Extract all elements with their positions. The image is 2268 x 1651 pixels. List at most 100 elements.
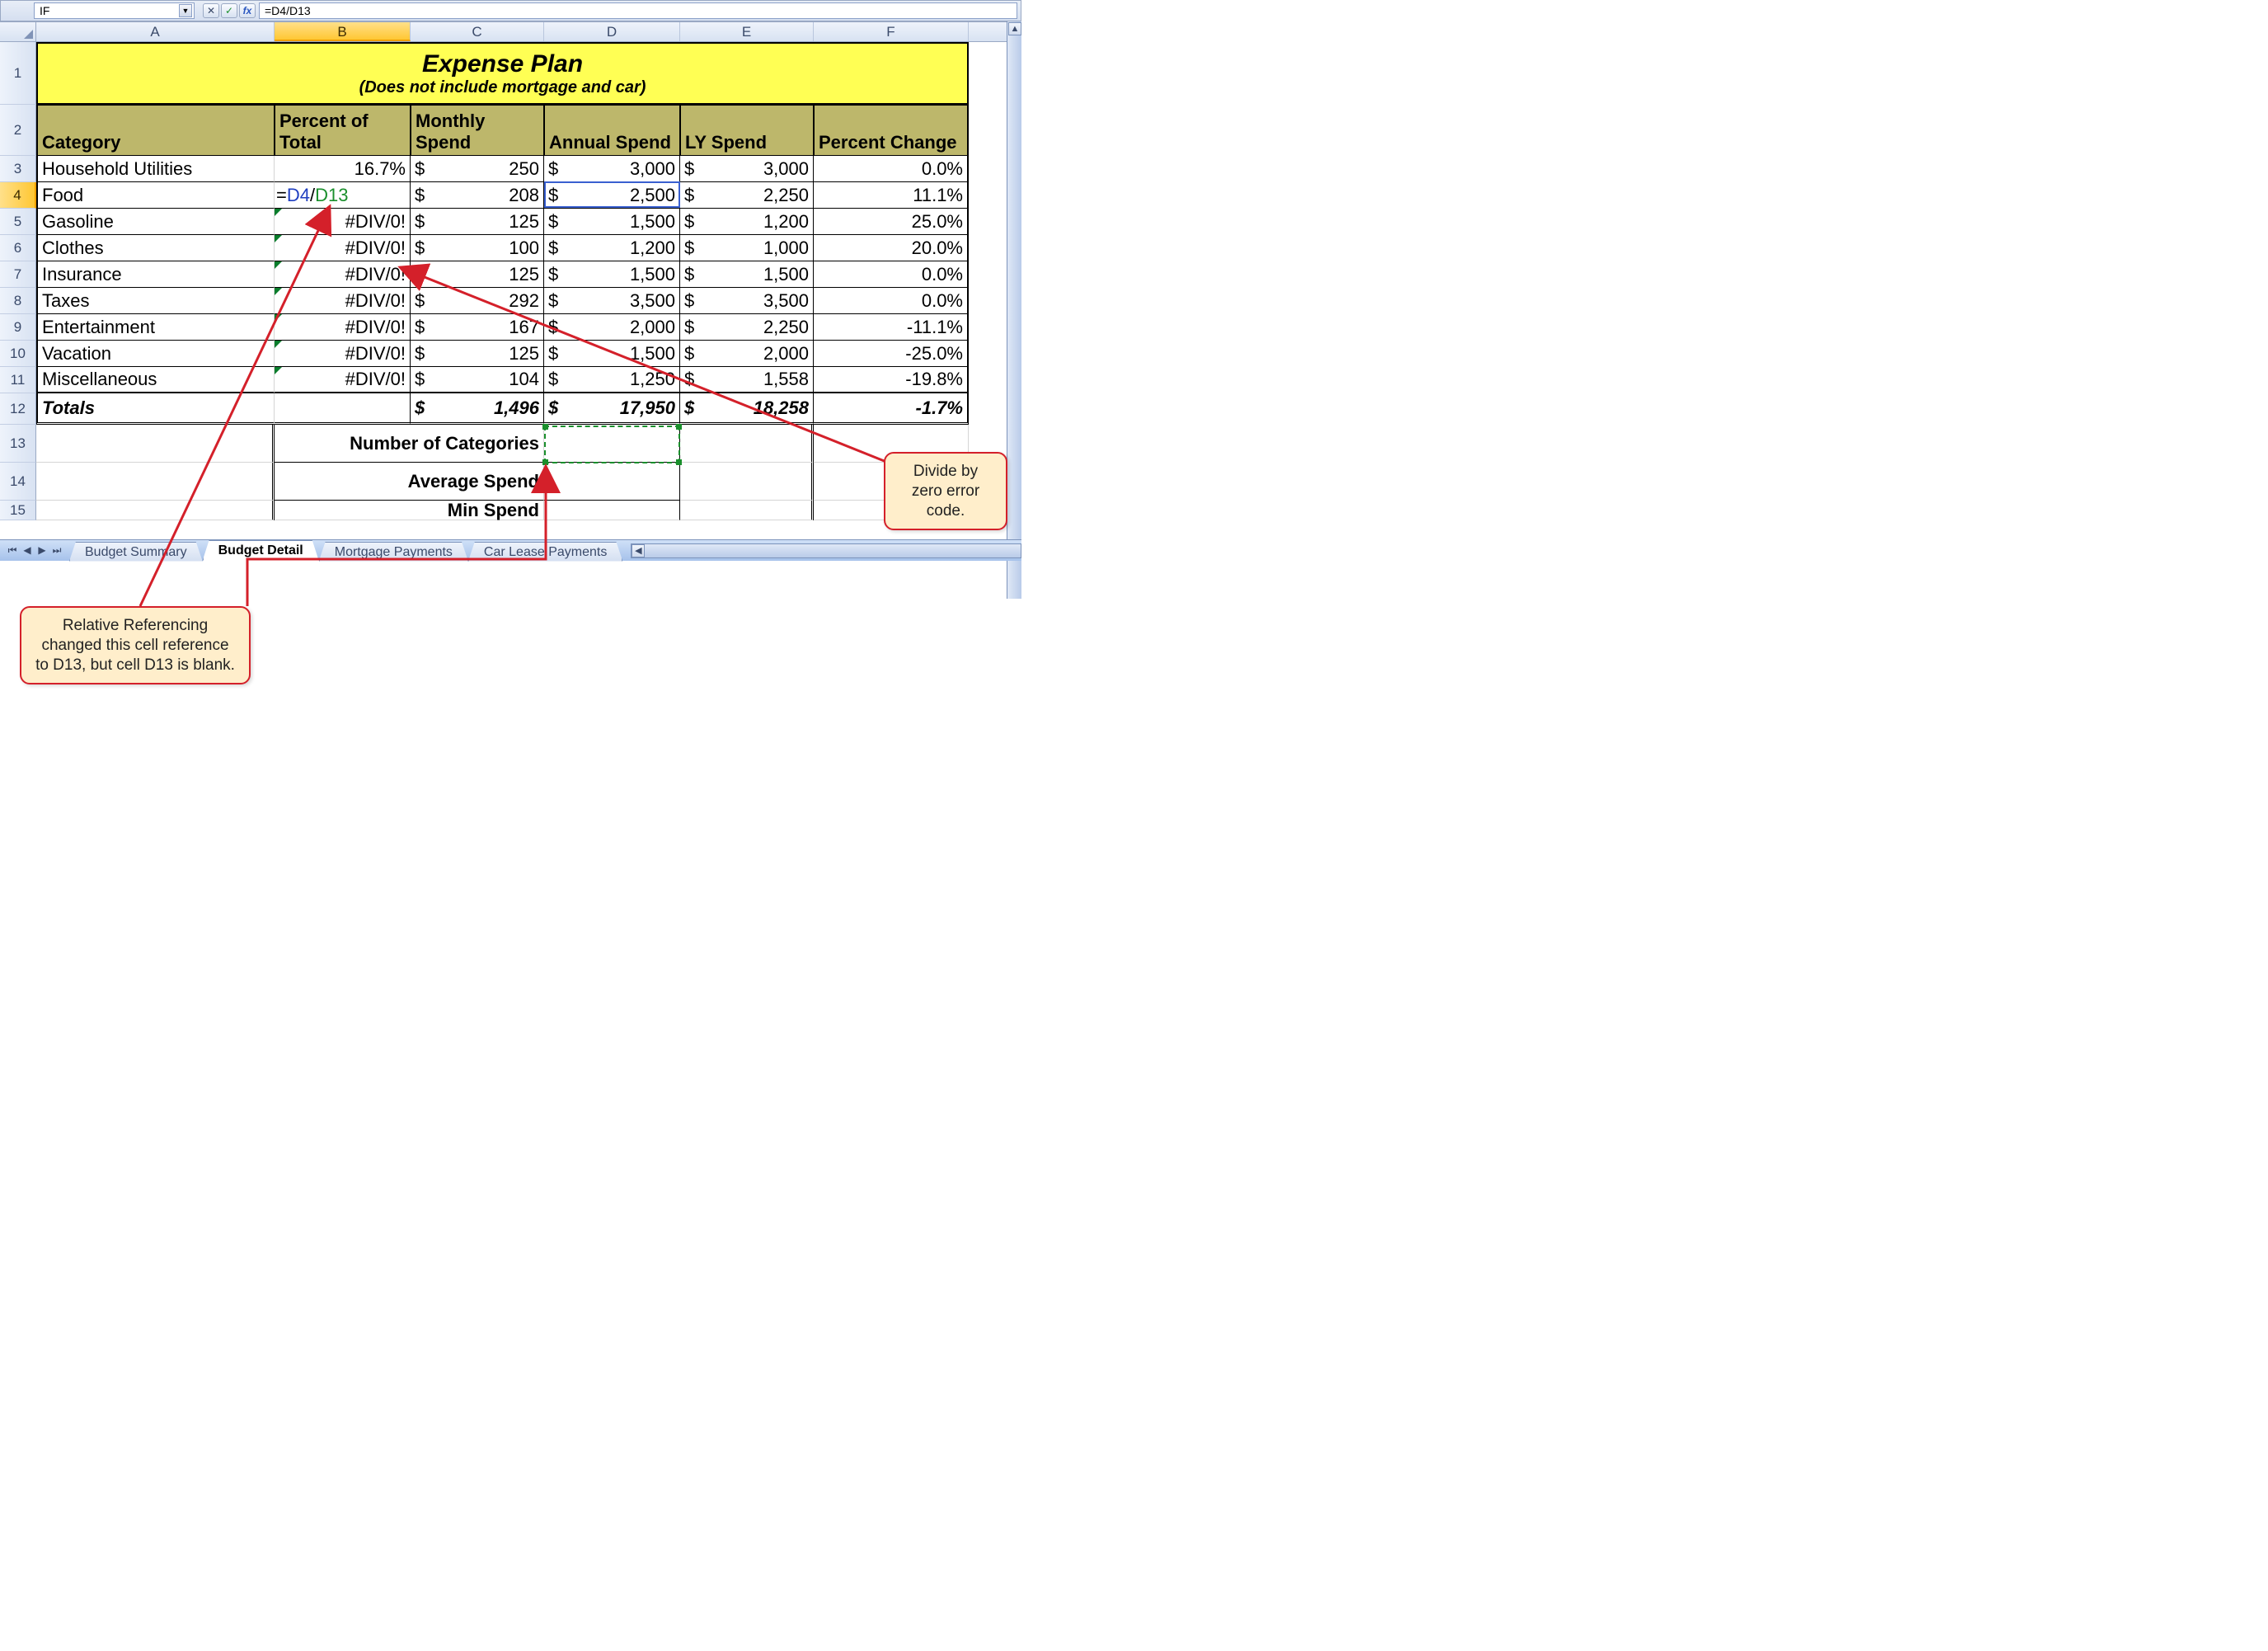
tab-mortgage-payments[interactable]: Mortgage Payments — [319, 542, 468, 562]
row-header-10[interactable]: 10 — [0, 341, 36, 367]
cell-D7[interactable]: $1,500 — [544, 261, 680, 288]
row-header-14[interactable]: 14 — [0, 463, 36, 501]
cell-A4[interactable]: Food — [36, 182, 275, 209]
cell-F9[interactable]: -11.1% — [814, 314, 969, 341]
row-header-4[interactable]: 4 — [0, 182, 36, 209]
cell-E10[interactable]: $2,000 — [680, 341, 814, 367]
cell-B9[interactable]: #DIV/0! — [275, 314, 411, 341]
cell-E9[interactable]: $2,250 — [680, 314, 814, 341]
row-header-6[interactable]: 6 — [0, 235, 36, 261]
cell-F10[interactable]: -25.0% — [814, 341, 969, 367]
cell-A9[interactable]: Entertainment — [36, 314, 275, 341]
enter-formula-button[interactable]: ✓ — [221, 3, 237, 18]
title-cell[interactable]: Expense Plan (Does not include mortgage … — [36, 42, 969, 105]
cell-B3[interactable]: 16.7% — [275, 156, 411, 182]
cell-F5[interactable]: 25.0% — [814, 209, 969, 235]
cell-C10[interactable]: $125 — [411, 341, 544, 367]
cell-C4[interactable]: $208 — [411, 182, 544, 209]
scroll-left-icon[interactable]: ◀ — [632, 544, 645, 557]
cell-B10[interactable]: #DIV/0! — [275, 341, 411, 367]
horizontal-scrollbar[interactable]: ◀ — [631, 543, 1021, 558]
cell-E11[interactable]: $1,558 — [680, 367, 814, 393]
hdr-ly[interactable]: LY Spend — [680, 105, 814, 156]
cell-A6[interactable]: Clothes — [36, 235, 275, 261]
hdr-change[interactable]: Percent Change — [814, 105, 969, 156]
cell-B4-editing[interactable]: =D4/D13 — [275, 182, 411, 209]
row-header-8[interactable]: 8 — [0, 288, 36, 314]
scroll-up-icon[interactable]: ▲ — [1008, 22, 1021, 35]
cell-E7[interactable]: $1,500 — [680, 261, 814, 288]
cell-BC13-merged[interactable]: Number of Categories — [275, 425, 544, 463]
cell-F8[interactable]: 0.0% — [814, 288, 969, 314]
cell-D5[interactable]: $1,500 — [544, 209, 680, 235]
cell-BC15-merged[interactable]: Min Spend — [275, 501, 544, 520]
row-header-7[interactable]: 7 — [0, 261, 36, 288]
cell-B5[interactable]: #DIV/0! — [275, 209, 411, 235]
cell-F6[interactable]: 20.0% — [814, 235, 969, 261]
row-header-1[interactable]: 1 — [0, 42, 36, 105]
hdr-category[interactable]: Category — [36, 105, 275, 156]
cell-F4[interactable]: 11.1% — [814, 182, 969, 209]
cell-C3[interactable]: $250 — [411, 156, 544, 182]
cell-D8[interactable]: $3,500 — [544, 288, 680, 314]
cell-C11[interactable]: $104 — [411, 367, 544, 393]
cell-B11[interactable]: #DIV/0! — [275, 367, 411, 393]
cell-BC14-merged[interactable]: Average Spend — [275, 463, 544, 501]
row-header-9[interactable]: 9 — [0, 314, 36, 341]
row-header-2[interactable]: 2 — [0, 105, 36, 156]
cell-B6[interactable]: #DIV/0! — [275, 235, 411, 261]
cell-E3[interactable]: $3,000 — [680, 156, 814, 182]
cell-C7[interactable]: $125 — [411, 261, 544, 288]
cell-A15[interactable] — [36, 501, 275, 520]
cell-B7[interactable]: #DIV/0! — [275, 261, 411, 288]
cell-D9[interactable]: $2,000 — [544, 314, 680, 341]
row-header-5[interactable]: 5 — [0, 209, 36, 235]
cell-D11[interactable]: $1,250 — [544, 367, 680, 393]
cell-A3[interactable]: Household Utilities — [36, 156, 275, 182]
col-header-A[interactable]: A — [36, 22, 275, 41]
tab-nav-next-icon[interactable]: ▶ — [35, 543, 49, 558]
cell-A5[interactable]: Gasoline — [36, 209, 275, 235]
hdr-annual[interactable]: Annual Spend — [544, 105, 680, 156]
cell-D14[interactable] — [544, 463, 680, 501]
formula-input[interactable]: =D4/D13 — [259, 2, 1017, 19]
cell-A12[interactable]: Totals — [36, 393, 275, 425]
cell-B12[interactable] — [275, 393, 411, 425]
col-header-B[interactable]: B — [275, 22, 411, 41]
tab-budget-summary[interactable]: Budget Summary — [69, 542, 203, 562]
fx-button[interactable]: fx — [239, 3, 256, 18]
cell-F3[interactable]: 0.0% — [814, 156, 969, 182]
cell-C12[interactable]: $1,496 — [411, 393, 544, 425]
row-header-11[interactable]: 11 — [0, 367, 36, 393]
cell-E15[interactable] — [680, 501, 814, 520]
name-box[interactable]: IF ▼ — [34, 2, 195, 19]
tab-nav-first-icon[interactable]: ⏮ — [5, 543, 20, 558]
hdr-percent-total[interactable]: Percent of Total — [275, 105, 411, 156]
vertical-scrollbar[interactable]: ▲ — [1007, 21, 1021, 599]
cancel-formula-button[interactable]: ✕ — [203, 3, 219, 18]
cell-D10[interactable]: $1,500 — [544, 341, 680, 367]
row-header-13[interactable]: 13 — [0, 425, 36, 463]
row-header-15[interactable]: 15 — [0, 501, 36, 520]
select-all-corner[interactable] — [0, 22, 36, 41]
cell-F7[interactable]: 0.0% — [814, 261, 969, 288]
col-header-C[interactable]: C — [411, 22, 544, 41]
cell-C9[interactable]: $167 — [411, 314, 544, 341]
cell-A7[interactable]: Insurance — [36, 261, 275, 288]
cell-E6[interactable]: $1,000 — [680, 235, 814, 261]
cell-D3[interactable]: $3,000 — [544, 156, 680, 182]
hdr-monthly[interactable]: Monthly Spend — [411, 105, 544, 156]
cell-E4[interactable]: $2,250 — [680, 182, 814, 209]
cell-D13[interactable] — [544, 425, 680, 463]
cell-E8[interactable]: $3,500 — [680, 288, 814, 314]
cell-C5[interactable]: $125 — [411, 209, 544, 235]
cell-E14[interactable] — [680, 463, 814, 501]
name-box-dropdown-icon[interactable]: ▼ — [179, 4, 192, 17]
row-header-12[interactable]: 12 — [0, 393, 36, 425]
tab-nav-prev-icon[interactable]: ◀ — [20, 543, 35, 558]
cell-A8[interactable]: Taxes — [36, 288, 275, 314]
cell-A10[interactable]: Vacation — [36, 341, 275, 367]
cell-E13[interactable] — [680, 425, 814, 463]
cell-A13[interactable] — [36, 425, 275, 463]
cell-D12[interactable]: $17,950 — [544, 393, 680, 425]
